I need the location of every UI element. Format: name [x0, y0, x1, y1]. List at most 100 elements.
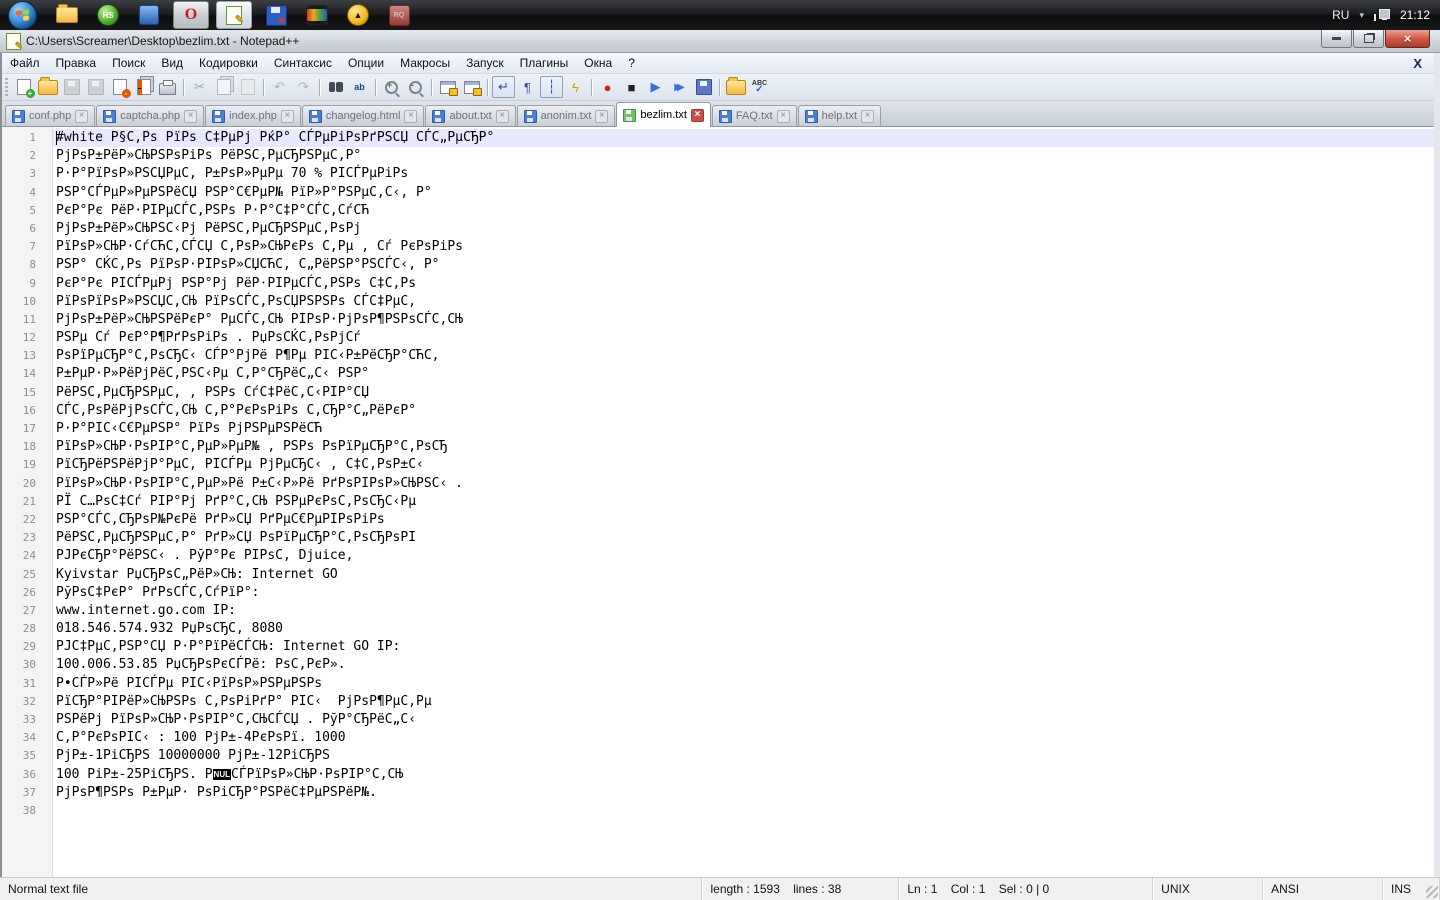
tab-help.txt[interactable]: help.txt× [798, 105, 881, 126]
close-all-button[interactable]: - [132, 76, 155, 98]
play-macro-button[interactable]: ▶ [644, 76, 667, 98]
save-button[interactable] [60, 76, 83, 98]
menu-item-7[interactable]: Макросы [392, 53, 458, 73]
nul-control-char: NUL [213, 769, 231, 780]
menu-item-4[interactable]: Кодировки [191, 53, 266, 73]
language-indicator[interactable]: RU [1332, 8, 1349, 22]
tab-close-icon[interactable]: × [777, 110, 790, 123]
tab-label: FAQ.txt [736, 110, 773, 122]
tab-anonim.txt[interactable]: anonim.txt× [517, 105, 616, 126]
tab-conf.php[interactable]: conf.php× [5, 105, 95, 126]
tab-close-icon[interactable]: × [184, 110, 197, 123]
save-all-button[interactable] [84, 76, 107, 98]
code-line-36: 100 РіР±-25РіСЂРЅ. РNULСЃРїРѕР»СЊР·РѕРІР… [53, 766, 1434, 784]
record-macro-button[interactable]: ● [596, 76, 619, 98]
notepadpp-icon[interactable]: ✎ [216, 1, 252, 29]
open-file-button[interactable] [36, 76, 59, 98]
tab-bezlim.txt[interactable]: bezlim.txt × [616, 102, 710, 127]
close-button[interactable]: × [1385, 30, 1430, 48]
saved-file-icon [805, 110, 818, 123]
sync-horizontal-scroll-button[interactable] [460, 76, 483, 98]
explorer-icon[interactable] [50, 2, 84, 28]
menu-item-0[interactable]: Файл [2, 53, 48, 73]
start-button[interactable] [8, 1, 37, 30]
code-line-38 [53, 802, 1434, 820]
tab-close-icon[interactable]: × [75, 110, 88, 123]
tab-close-icon[interactable]: × [281, 110, 294, 123]
minimize-button[interactable] [1321, 30, 1352, 48]
status-length-info: length : 1593 lines : 38 [702, 878, 899, 900]
saved-file-icon [103, 110, 116, 123]
menu-item-10[interactable]: Окна [576, 53, 620, 73]
tab-close-icon[interactable]: × [404, 110, 417, 123]
line-number: 20 [2, 475, 52, 493]
paste-button[interactable] [236, 76, 259, 98]
floppy-app-icon[interactable] [259, 2, 293, 28]
tab-captcha.php[interactable]: captcha.php× [96, 105, 204, 126]
menu-item-8[interactable]: Запуск [458, 53, 512, 73]
zoom-in-button[interactable]: + [380, 76, 403, 98]
tab-FAQ.txt[interactable]: FAQ.txt × [712, 105, 797, 126]
spell-check-button[interactable]: ABC✓ [748, 76, 771, 98]
indent-guide-button[interactable]: ┆ [540, 76, 563, 98]
code-line-22: РЅР°СЃС‚СЂРѕР№РєРё РґР»СЏ РґРµС€РµРІРѕРі… [53, 511, 1434, 529]
tab-label: bezlim.txt [640, 109, 686, 121]
code-line-27: www.internet.go.com IP: [53, 602, 1434, 620]
menu-item-1[interactable]: Правка [48, 53, 105, 73]
code-line-12: РЅРµ Сѓ РєР°Р¶РґРѕРіРѕ . РџРѕСЌС‚РѕРјСѓ [53, 329, 1434, 347]
tab-close-icon[interactable]: × [691, 109, 704, 122]
find-button[interactable] [324, 76, 347, 98]
menu-item-9[interactable]: Плагины [512, 53, 577, 73]
cut-button[interactable]: ✂ [188, 76, 211, 98]
run-macro-multiple-button[interactable]: ▶▶ [668, 76, 691, 98]
save-macro-button[interactable] [692, 76, 715, 98]
tab-close-icon[interactable]: × [595, 110, 608, 123]
close-document-x[interactable]: X [1413, 56, 1422, 71]
line-number: 38 [2, 802, 52, 820]
tray-expand-icon[interactable]: ▾ [1359, 10, 1364, 21]
network-icon[interactable] [1374, 9, 1390, 22]
tab-changelog.html[interactable]: changelog.html× [302, 105, 425, 126]
red-app-icon[interactable]: RQ [382, 2, 416, 28]
editor-area[interactable]: 1234567891011121314151617181920212223242… [2, 127, 1434, 877]
line-number: 8 [2, 256, 52, 274]
menu-item-11[interactable]: ? [620, 53, 643, 73]
toolbar-separator [431, 79, 432, 96]
client-area: ФайлПравкаПоискВидКодировкиСинтаксисОпци… [0, 53, 1440, 877]
syntax-lightning-button[interactable]: ϟ [564, 76, 587, 98]
hs-app-icon[interactable]: HS [91, 2, 125, 28]
text-content[interactable]: #white Р§С‚Рѕ РїРѕ С‡РµРј РќР° СЃРµРіРѕР… [53, 127, 1434, 877]
menu-item-6[interactable]: Опции [340, 53, 392, 73]
blue-app-icon[interactable] [132, 2, 166, 28]
line-number: 25 [2, 566, 52, 584]
saved-file-icon [623, 109, 636, 122]
code-line-3: Р·Р°РїРѕР»РЅСЏРµС‚ Р±РѕР»РµРµ 70 % РІСЃР… [53, 165, 1434, 183]
menu-item-3[interactable]: Вид [153, 53, 191, 73]
media-app-icon[interactable] [300, 2, 334, 28]
copy-button[interactable] [212, 76, 235, 98]
open-containing-folder-button[interactable] [724, 76, 747, 98]
new-file-button[interactable]: + [12, 76, 35, 98]
zoom-out-button[interactable]: - [404, 76, 427, 98]
tab-about.txt[interactable]: about.txt× [425, 105, 515, 126]
taskbar-clock[interactable]: 21:12 [1400, 8, 1430, 22]
replace-button[interactable]: ab [348, 76, 371, 98]
warning-app-icon[interactable]: ▲ [341, 2, 375, 28]
sync-vertical-scroll-button[interactable] [436, 76, 459, 98]
tab-close-icon[interactable]: × [861, 110, 874, 123]
print-button[interactable] [156, 76, 179, 98]
word-wrap-button[interactable]: ↵ [492, 76, 515, 98]
opera-icon[interactable]: O [173, 1, 209, 29]
code-line-28: 018.546.574.932 РџРѕСЂС‚ 8080 [53, 620, 1434, 638]
close-button[interactable]: - [108, 76, 131, 98]
show-all-characters-button[interactable]: ¶ [516, 76, 539, 98]
undo-button[interactable]: ↶ [268, 76, 291, 98]
menu-item-5[interactable]: Синтаксис [266, 53, 340, 73]
menu-item-2[interactable]: Поиск [104, 53, 153, 73]
restore-button[interactable] [1353, 30, 1384, 48]
tab-close-icon[interactable]: × [496, 110, 509, 123]
redo-button[interactable]: ↷ [292, 76, 315, 98]
stop-macro-button[interactable]: ■ [620, 76, 643, 98]
tab-index.php[interactable]: index.php× [205, 105, 301, 126]
line-number: 4 [2, 184, 52, 202]
